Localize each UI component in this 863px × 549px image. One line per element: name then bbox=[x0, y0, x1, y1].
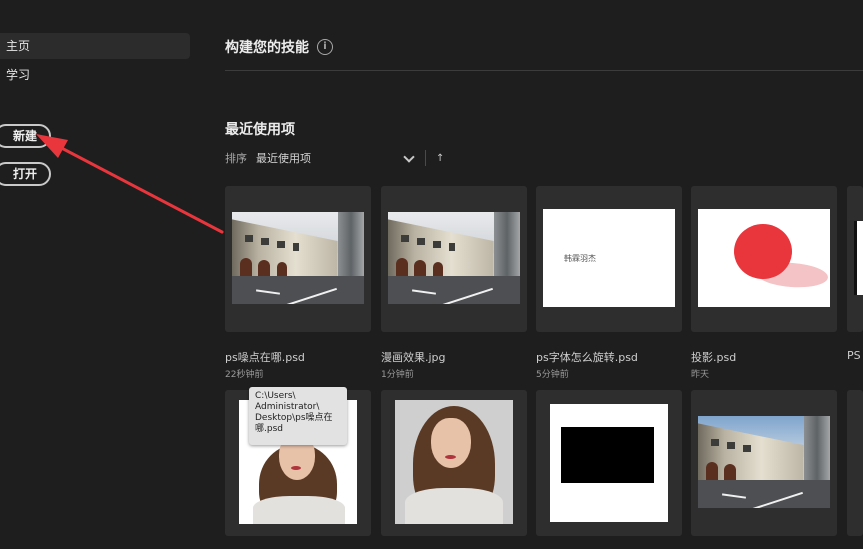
file-time: 5分钟前 bbox=[536, 370, 569, 380]
file-thumbnail: 韩霖羽杰 bbox=[543, 209, 675, 307]
sort-label: 排序 bbox=[225, 152, 247, 165]
recent-file-card[interactable] bbox=[691, 390, 837, 536]
new-button[interactable]: 新建 bbox=[0, 124, 52, 148]
file-path-tooltip: C:\Users\ Administrator\ Desktop\ps噪点在哪.… bbox=[249, 387, 347, 445]
skills-header: 构建您的技能 i bbox=[225, 37, 333, 57]
divider bbox=[425, 150, 426, 166]
file-name[interactable]: PS bbox=[847, 349, 863, 362]
recent-section-title: 最近使用项 bbox=[225, 122, 295, 138]
nav-home[interactable]: 主页 bbox=[0, 33, 190, 59]
file-name[interactable]: 漫画效果.jpg bbox=[381, 349, 446, 365]
recent-file-card[interactable] bbox=[381, 390, 527, 536]
recent-file-card[interactable] bbox=[847, 390, 863, 536]
file-thumbnail bbox=[395, 400, 513, 524]
file-thumbnail bbox=[698, 209, 830, 307]
sort-direction-button[interactable]: ↑ bbox=[436, 153, 444, 164]
recent-file-card[interactable] bbox=[691, 186, 837, 332]
sort-bar: 排序 最近使用项 ↑ bbox=[225, 149, 444, 167]
file-thumbnail bbox=[232, 212, 364, 304]
file-name[interactable]: 投影.psd bbox=[691, 349, 736, 365]
file-thumbnail bbox=[854, 221, 863, 295]
info-icon[interactable]: i bbox=[317, 39, 333, 55]
file-time: 昨天 bbox=[691, 370, 710, 380]
nav-learn[interactable]: 学习 bbox=[0, 62, 190, 88]
page-title: 构建您的技能 bbox=[225, 40, 309, 56]
recent-file-card[interactable] bbox=[536, 390, 682, 536]
recent-file-card[interactable] bbox=[225, 186, 371, 332]
file-thumbnail bbox=[388, 212, 520, 304]
file-name[interactable]: ps噪点在哪.psd bbox=[225, 349, 305, 365]
recent-file-card[interactable] bbox=[847, 186, 863, 332]
recent-file-card[interactable]: 韩霖羽杰 bbox=[536, 186, 682, 332]
divider bbox=[225, 70, 863, 71]
black-rectangle-shape bbox=[561, 427, 654, 483]
thumbnail-text: 韩霖羽杰 bbox=[564, 254, 596, 263]
sidebar: 主页 学习 新建 打开 bbox=[0, 0, 200, 549]
file-name[interactable]: ps字体怎么旋转.psd bbox=[536, 349, 638, 365]
chevron-down-icon[interactable] bbox=[402, 151, 416, 165]
red-circle-shape bbox=[734, 224, 792, 279]
sort-dropdown[interactable]: 最近使用项 bbox=[256, 150, 396, 166]
file-thumbnail bbox=[698, 416, 830, 508]
file-thumbnail bbox=[550, 404, 668, 522]
file-time: 1分钟前 bbox=[381, 370, 414, 380]
recent-file-card[interactable] bbox=[381, 186, 527, 332]
file-time: 22秒钟前 bbox=[225, 370, 264, 380]
open-button[interactable]: 打开 bbox=[0, 162, 52, 186]
